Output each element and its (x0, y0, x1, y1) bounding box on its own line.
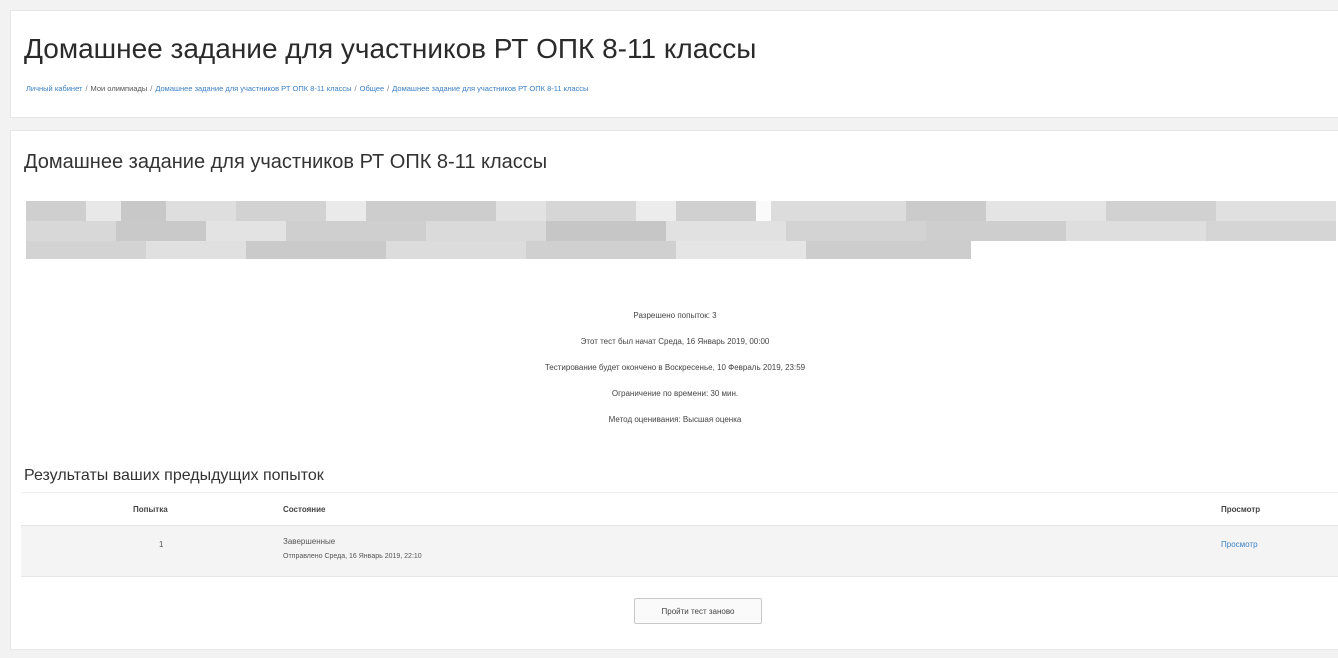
breadcrumb-separator: / (85, 84, 88, 93)
breadcrumb-item-quiz[interactable]: Домашнее задание для участников РТ ОПК 8… (392, 84, 588, 93)
attempts-table: Попытка Состояние Просмотр 1 Завершенные… (21, 492, 1338, 577)
column-header-review: Просмотр (1221, 505, 1261, 514)
column-header-state: Состояние (283, 505, 326, 514)
info-close-date: Тестирование будет окончено в Воскресень… (544, 363, 806, 372)
breadcrumb-separator: / (354, 84, 357, 93)
attempt-state: Завершенные (283, 537, 336, 546)
attempt-number: 1 (159, 540, 164, 549)
table-row: 1 Завершенные Отправлено Среда, 16 Январ… (21, 526, 1338, 577)
table-header-row: Попытка Состояние Просмотр (21, 492, 1338, 526)
attempt-submitted-date: Отправлено Среда, 16 Январь 2019, 22:10 (283, 553, 422, 560)
quiz-title: Домашнее задание для участников РТ ОПК 8… (24, 151, 548, 173)
breadcrumb: Личный кабинет / Мои олимпиады / Домашнее за… (26, 84, 588, 93)
breadcrumb-item-dashboard[interactable]: Личный кабинет (26, 84, 82, 93)
page-header: Домашнее задание для участников РТ ОПК 8… (10, 10, 1338, 118)
breadcrumb-item-course[interactable]: Домашнее задание для участников РТ ОПК 8… (155, 84, 351, 93)
retry-quiz-button[interactable]: Пройти тест заново (634, 598, 762, 624)
quiz-intro-pixelated (26, 201, 1336, 261)
info-attempts-allowed: Разрешено попыток: 3 (633, 311, 717, 320)
column-header-attempt: Попытка (133, 505, 168, 514)
info-grading-method: Метод оценивания: Высшая оценка (608, 415, 742, 424)
info-opened-date: Этот тест был начат Среда, 16 Январь 201… (580, 337, 770, 346)
breadcrumb-item-general[interactable]: Общее (360, 84, 385, 93)
review-link[interactable]: Просмотр (1221, 540, 1258, 549)
results-title: Результаты ваших предыдущих попыток (24, 467, 324, 484)
breadcrumb-item-my-olympiads: Мои олимпиады (90, 84, 148, 93)
page-title: Домашнее задание для участников РТ ОПК 8… (24, 33, 757, 64)
quiz-main-region: Домашнее задание для участников РТ ОПК 8… (10, 130, 1338, 650)
info-time-limit: Ограничение по времени: 30 мин. (611, 389, 739, 398)
